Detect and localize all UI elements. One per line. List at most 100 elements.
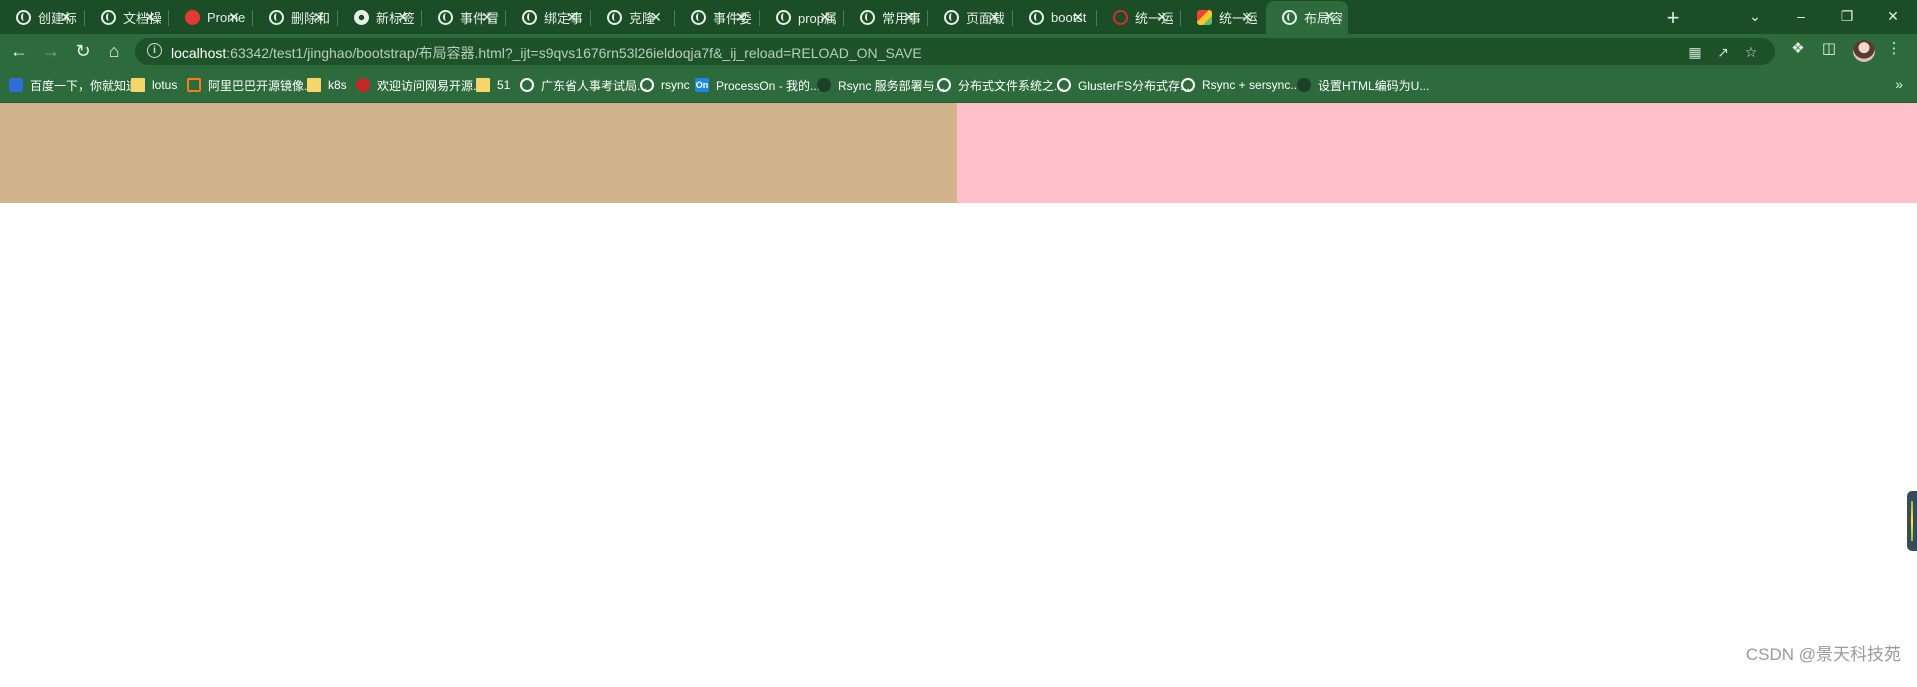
- bookmark-label: GlusterFS分布式存...: [1078, 78, 1191, 93]
- layout-column-left: [0, 103, 957, 203]
- profile-avatar[interactable]: [1853, 40, 1875, 62]
- bookmark-label: Rsync 服务部署与...: [838, 78, 945, 93]
- tab[interactable]: 创建标 ✕: [0, 2, 85, 32]
- tab[interactable]: 统一运 ✕: [1181, 2, 1266, 32]
- minimize-button[interactable]: –: [1786, 4, 1816, 28]
- address-bar[interactable]: i localhost:63342/test1/jinghao/bootstra…: [135, 38, 1775, 65]
- bookmark-label: 分布式文件系统之...: [958, 78, 1065, 93]
- globe-icon: [1029, 9, 1044, 25]
- restore-button[interactable]: ❐: [1832, 4, 1862, 28]
- bookmark-item[interactable]: k8s: [307, 76, 347, 94]
- tab[interactable]: 新标签 ✕: [338, 2, 422, 32]
- reload-button[interactable]: ↻: [70, 38, 96, 64]
- close-tab-icon[interactable]: ✕: [900, 8, 918, 26]
- side-panel-icon[interactable]: ◫: [1818, 38, 1840, 60]
- tab[interactable]: 常用事 ✕: [844, 2, 928, 32]
- gear-icon: [817, 78, 831, 92]
- globe-icon: [691, 9, 706, 25]
- close-tab-icon[interactable]: ✕: [563, 8, 581, 26]
- close-tab-icon[interactable]: ✕: [1320, 7, 1338, 25]
- close-tab-icon[interactable]: ✕: [1153, 8, 1171, 26]
- bookmark-label: 欢迎访问网易开源...: [377, 78, 484, 93]
- tab[interactable]: 克隆 ✕: [591, 2, 675, 32]
- processon-icon: On: [695, 78, 709, 92]
- globe-icon: [1282, 10, 1297, 25]
- translate-icon[interactable]: ▦: [1685, 42, 1705, 62]
- url-host: localhost: [171, 45, 227, 61]
- close-tab-icon[interactable]: ✕: [732, 8, 750, 26]
- home-icon: ⌂: [108, 41, 120, 61]
- close-window-button[interactable]: ✕: [1878, 4, 1908, 28]
- bookmark-item[interactable]: 阿里巴巴开源镜像...: [187, 76, 314, 94]
- bookmark-label: 阿里巴巴开源镜像...: [208, 78, 315, 93]
- ring-icon: [1113, 9, 1128, 25]
- arrow-left-icon: ←: [10, 41, 28, 61]
- globe-icon: [860, 9, 875, 25]
- close-tab-icon[interactable]: ✕: [57, 8, 75, 26]
- toolbar: ← → ↻ ⌂ i localhost:63342/test1/jinghao/…: [0, 34, 1917, 68]
- extensions-icon[interactable]: ❖: [1787, 38, 1809, 60]
- url-path: :63342/test1/jinghao/bootstrap/布局容器.html…: [226, 45, 922, 61]
- bookmark-star-icon[interactable]: ☆: [1741, 42, 1761, 62]
- bookmark-item[interactable]: 欢迎访问网易开源...: [356, 76, 483, 94]
- bookmark-item[interactable]: On ProcessOn - 我的...: [695, 76, 820, 94]
- share-icon[interactable]: ↗: [1713, 42, 1733, 62]
- bookmark-item[interactable]: 广东省人事考试局...: [520, 76, 647, 94]
- close-tab-icon[interactable]: ✕: [1069, 8, 1087, 26]
- globe-icon: [776, 9, 791, 25]
- close-tab-icon[interactable]: ✕: [225, 8, 243, 26]
- globe-icon: [16, 9, 31, 25]
- close-tab-icon[interactable]: ✕: [816, 8, 834, 26]
- bookmark-item[interactable]: 设置HTML编码为U...: [1297, 76, 1429, 94]
- side-scroll-widget[interactable]: [1907, 491, 1917, 551]
- close-tab-icon[interactable]: ✕: [985, 8, 1003, 26]
- globe-icon: [522, 9, 537, 25]
- bookmark-item[interactable]: Rsync 服务部署与...: [817, 76, 945, 94]
- tab[interactable]: 文档操 ✕: [85, 2, 169, 32]
- bookmark-item[interactable]: lotus: [131, 76, 177, 94]
- page-content: CSDN @景天科技苑: [0, 103, 1917, 687]
- bookmark-label: lotus: [152, 78, 178, 92]
- bookmark-item[interactable]: GlusterFS分布式存...: [1057, 76, 1190, 94]
- menu-kebab-icon[interactable]: ⋮: [1883, 38, 1905, 60]
- close-tab-icon[interactable]: ✕: [647, 8, 665, 26]
- close-tab-icon[interactable]: ✕: [310, 8, 328, 26]
- bookmark-label: ProcessOn - 我的...: [716, 78, 821, 93]
- tab[interactable]: 统一运 ✕: [1097, 2, 1181, 32]
- bookmark-label: 51: [497, 78, 511, 92]
- tab[interactable]: 事件委 ✕: [675, 2, 760, 32]
- bookmark-item[interactable]: Rsync + sersync...: [1181, 76, 1300, 94]
- back-button[interactable]: ←: [6, 38, 32, 64]
- close-tab-icon[interactable]: ✕: [141, 8, 159, 26]
- chrome-icon: [354, 9, 369, 25]
- tab[interactable]: 事件冒 ✕: [422, 2, 506, 32]
- close-tab-icon[interactable]: ✕: [1238, 8, 1256, 26]
- bookmark-item[interactable]: 分布式文件系统之...: [937, 76, 1064, 94]
- tab[interactable]: Prome ✕: [169, 2, 253, 32]
- tab[interactable]: 页面载 ✕: [928, 2, 1013, 32]
- tab[interactable]: 删除和 ✕: [253, 2, 338, 32]
- globe-icon: [937, 78, 951, 92]
- home-button[interactable]: ⌂: [101, 38, 127, 64]
- close-tab-icon[interactable]: ✕: [478, 8, 496, 26]
- globe-icon: [1181, 78, 1195, 92]
- tab-search-icon[interactable]: ⌄: [1740, 4, 1770, 28]
- bookmark-item[interactable]: 51: [476, 76, 510, 94]
- close-tab-icon[interactable]: ✕: [394, 8, 412, 26]
- url-text[interactable]: localhost:63342/test1/jinghao/bootstrap/…: [171, 43, 922, 63]
- bookmark-label: 百度一下，你就知道: [30, 78, 139, 93]
- bookmark-label: k8s: [328, 78, 347, 92]
- site-info-icon[interactable]: i: [147, 43, 162, 58]
- tab[interactable]: bootst ✕: [1013, 2, 1097, 32]
- arrow-right-icon: →: [42, 41, 60, 61]
- tab[interactable]: prop属 ✕: [760, 2, 844, 32]
- bookmark-item[interactable]: rsync: [640, 76, 690, 94]
- bookmark-item[interactable]: 百度一下，你就知道: [9, 76, 138, 94]
- tab[interactable]: 绑定事 ✕: [506, 2, 591, 32]
- tab[interactable]: 布局容 ✕: [1266, 1, 1348, 34]
- gear-icon: [1297, 78, 1311, 92]
- forward-button[interactable]: →: [38, 38, 64, 64]
- new-tab-button[interactable]: +: [1660, 5, 1686, 31]
- reload-icon: ↻: [75, 41, 91, 61]
- chevron-more-icon[interactable]: »: [1895, 76, 1903, 92]
